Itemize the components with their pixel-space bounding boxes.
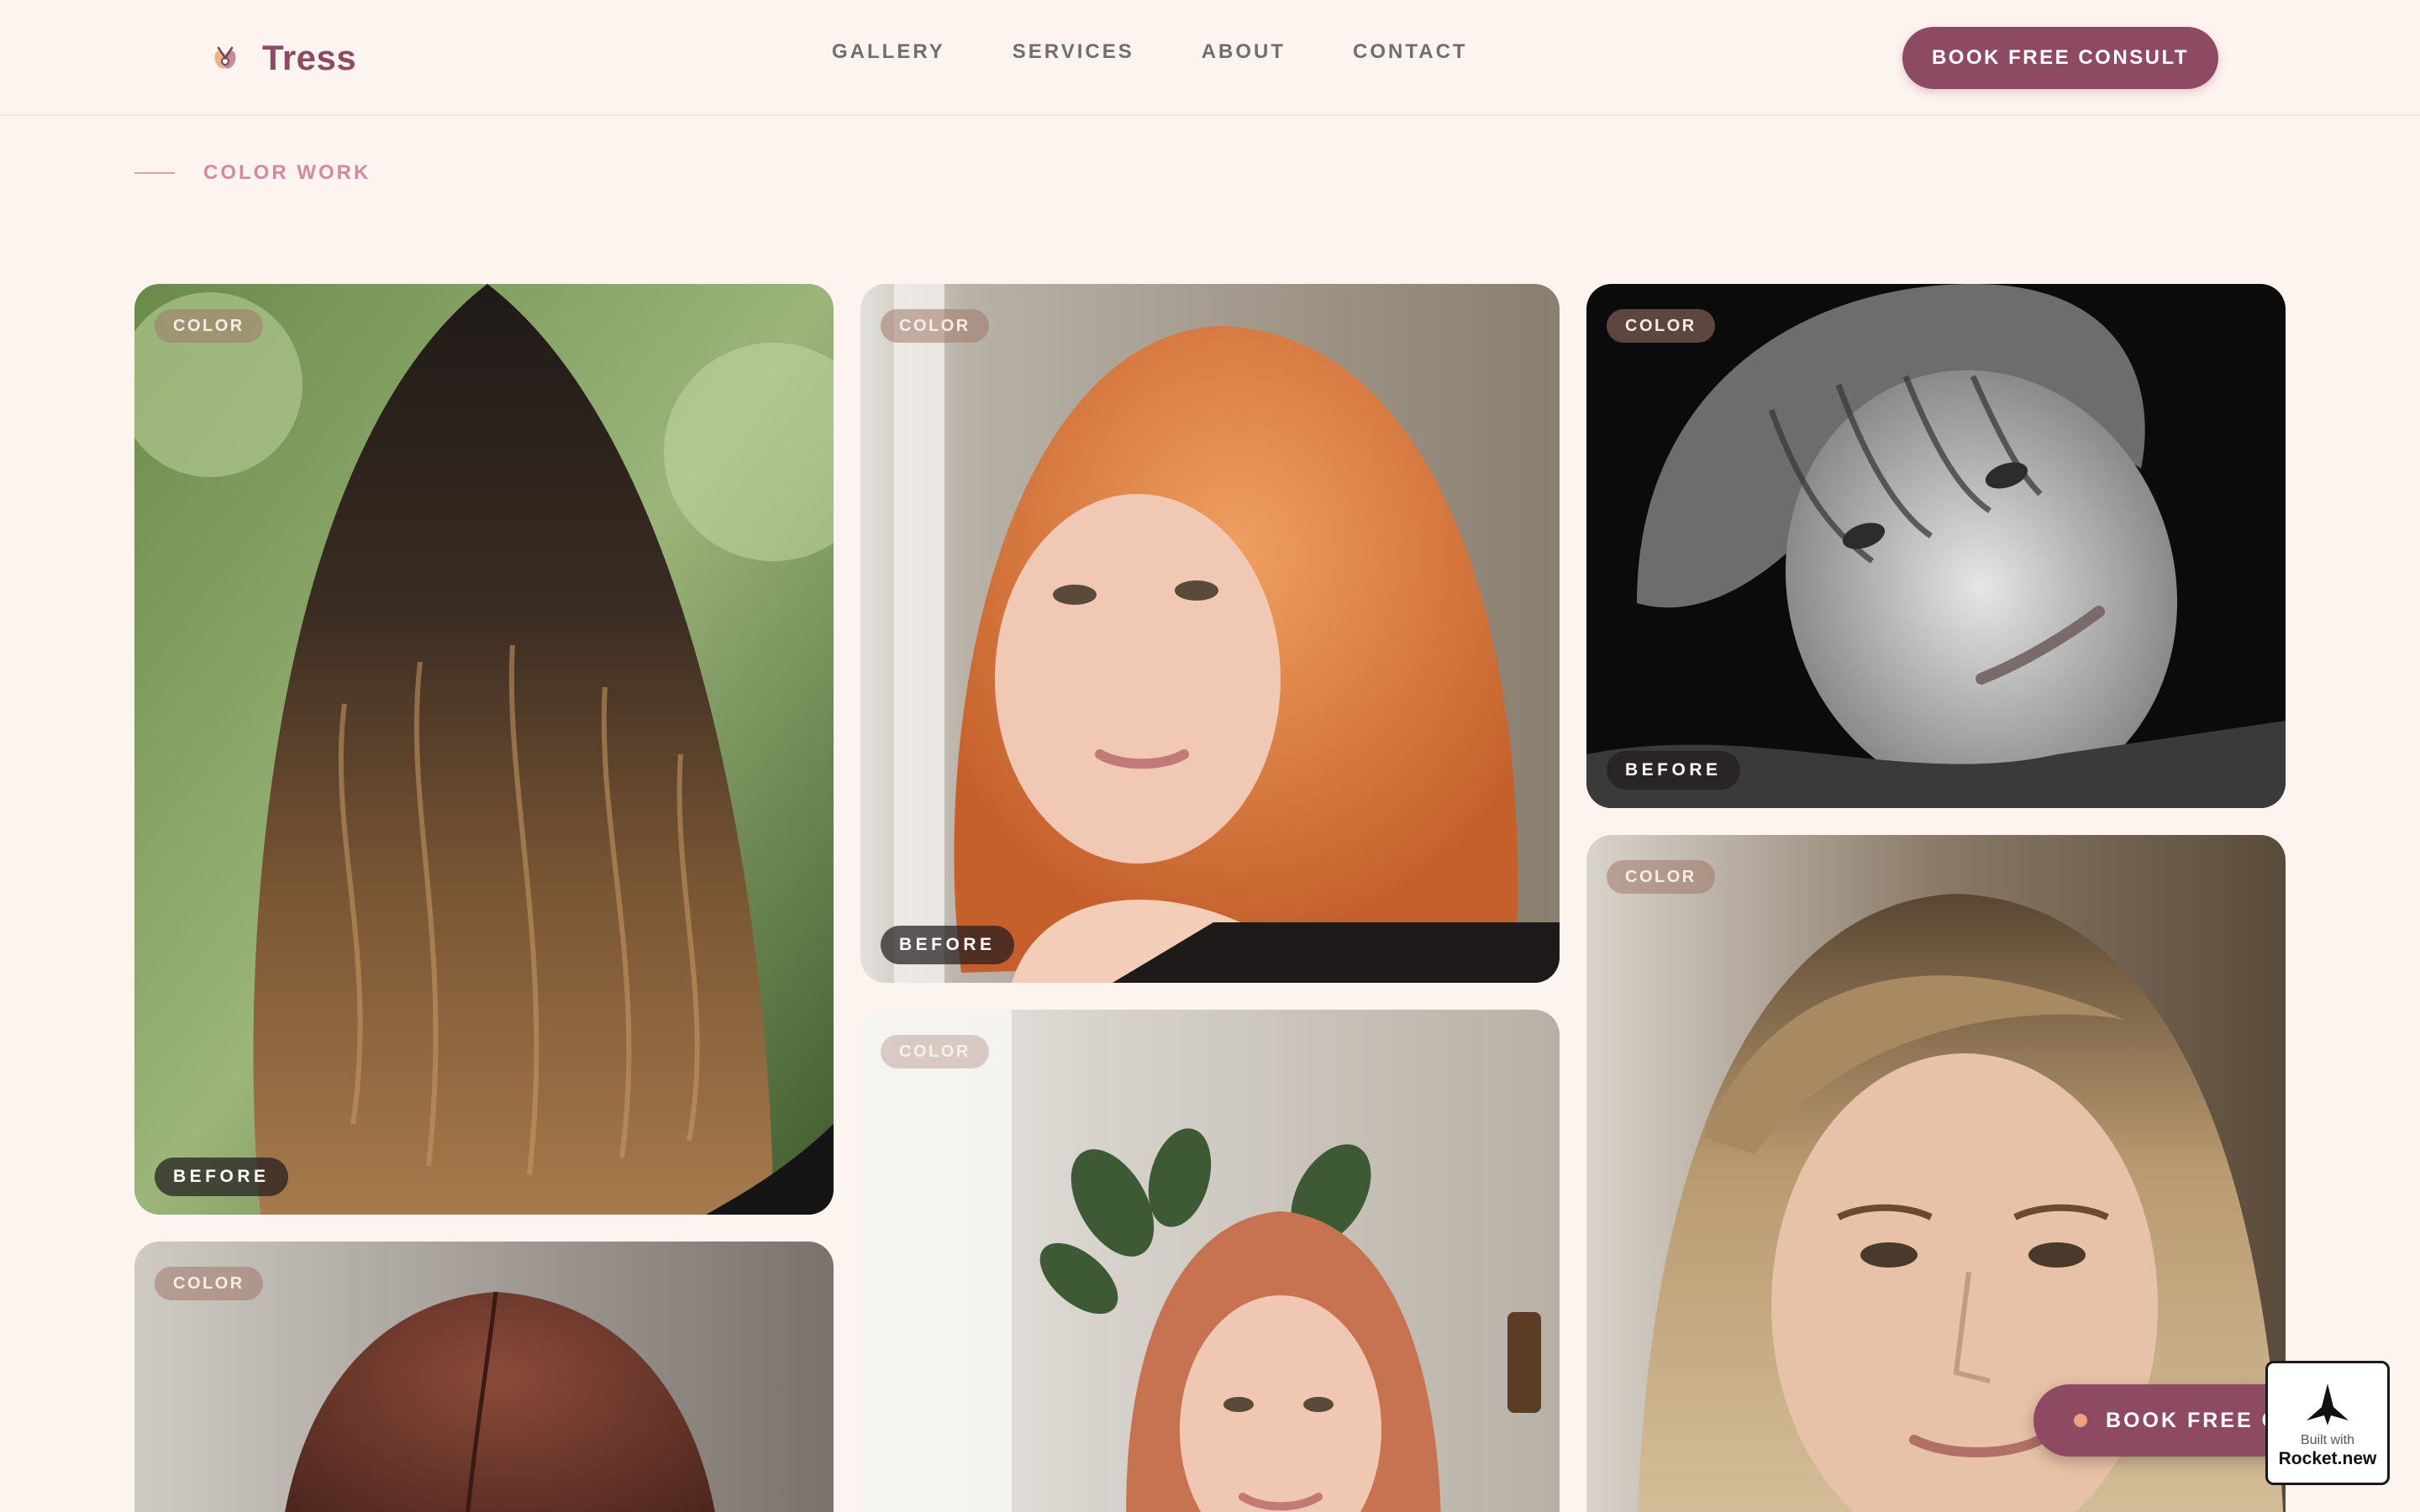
site-header: Tress GALLERY SERVICES ABOUT CONTACT BOO…	[0, 0, 2420, 116]
hair-photo	[860, 284, 1560, 983]
page: Tress GALLERY SERVICES ABOUT CONTACT BOO…	[0, 0, 2420, 1512]
section-title: COLOR WORK	[203, 161, 371, 184]
category-tag: COLOR	[1607, 860, 1715, 894]
rocket-icon	[2307, 1383, 2349, 1425]
badge-line1: Built with	[2300, 1433, 2355, 1447]
gallery-card[interactable]: COLOR	[860, 1010, 1560, 1512]
category-tag: COLOR	[881, 1035, 989, 1068]
category-tag: COLOR	[1607, 309, 1715, 343]
section-heading: COLOR WORK	[134, 161, 371, 185]
nav-contact[interactable]: CONTACT	[1353, 40, 1468, 64]
built-with-badge[interactable]: Built with Rocket.new	[2265, 1361, 2390, 1485]
main-nav: GALLERY SERVICES ABOUT CONTACT	[832, 40, 1535, 64]
nav-about[interactable]: ABOUT	[1202, 40, 1286, 64]
hair-photo	[860, 1010, 1560, 1512]
scissors-flower-icon	[214, 46, 236, 69]
nav-services[interactable]: SERVICES	[1013, 40, 1134, 64]
brand-logo[interactable]: Tress	[208, 34, 356, 82]
before-tag: BEFORE	[881, 926, 1014, 964]
category-tag: COLOR	[155, 309, 263, 343]
book-consult-button[interactable]: BOOK FREE CONSULT	[1902, 27, 2218, 89]
badge-line2: Rocket.new	[2278, 1449, 2377, 1468]
before-tag: BEFORE	[1607, 751, 1740, 790]
gallery-card[interactable]: COLOR BEFORE	[1586, 284, 2286, 808]
hair-photo	[1586, 284, 2286, 808]
brand-name: Tress	[262, 38, 357, 77]
section-rule	[134, 172, 175, 174]
hair-photo	[134, 284, 834, 1215]
nav-gallery[interactable]: GALLERY	[832, 40, 945, 64]
before-tag: BEFORE	[155, 1158, 288, 1196]
gallery-card[interactable]: COLOR BEFORE	[134, 284, 834, 1215]
category-tag: COLOR	[881, 309, 989, 343]
status-dot	[2074, 1414, 2087, 1427]
gallery-card[interactable]: COLOR	[134, 1242, 834, 1512]
category-tag: COLOR	[155, 1267, 263, 1300]
gallery-card[interactable]: COLOR BEFORE	[860, 284, 1560, 983]
